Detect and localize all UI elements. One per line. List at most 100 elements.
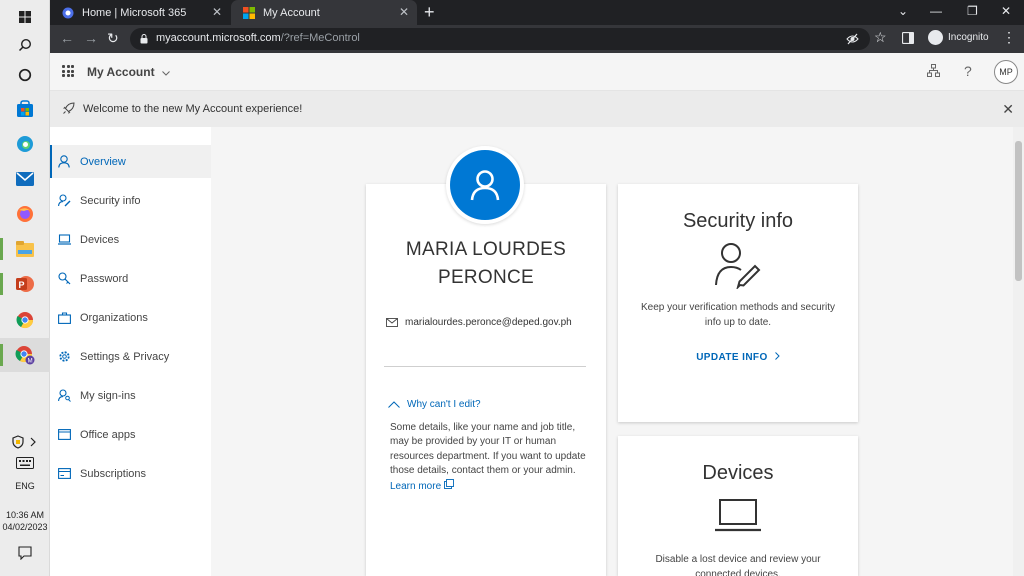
key-icon bbox=[57, 272, 71, 286]
chevron-up-icon bbox=[388, 401, 400, 408]
browser-menu-icon[interactable]: ⋮ bbox=[1002, 29, 1016, 46]
clock-time[interactable]: 10:36 AM bbox=[0, 510, 50, 520]
file-explorer-icon[interactable] bbox=[0, 232, 50, 266]
profile-name: MARIA LOURDES PERONCE bbox=[366, 236, 606, 292]
card-title: Security info bbox=[682, 210, 794, 232]
microsoft-logo-icon bbox=[243, 6, 255, 19]
learn-more-text: Learn more bbox=[390, 480, 442, 492]
sidebar-item-label: Devices bbox=[80, 233, 120, 246]
minimize-icon[interactable]: — bbox=[930, 4, 942, 18]
firefox-icon[interactable] bbox=[0, 197, 50, 231]
svg-text:P: P bbox=[19, 280, 25, 290]
browser-tab-bar: Home | Microsoft 365 ✕ My Account ✕ + ⌄ … bbox=[50, 0, 1024, 25]
person-icon bbox=[450, 150, 520, 220]
forward-icon[interactable]: → bbox=[84, 30, 98, 46]
page-scrollbar[interactable] bbox=[1013, 127, 1024, 576]
user-avatar[interactable]: MP bbox=[994, 60, 1018, 84]
new-tab-icon[interactable]: + bbox=[424, 2, 435, 23]
why-cant-i-edit-toggle[interactable]: Why can't I edit? bbox=[388, 399, 481, 410]
app-launcher-icon[interactable] bbox=[62, 65, 74, 77]
tab-my-account[interactable]: My Account ✕ bbox=[231, 0, 417, 25]
scrollbar-thumb[interactable] bbox=[1015, 141, 1022, 281]
profile-avatar[interactable] bbox=[446, 146, 524, 224]
app-title[interactable]: My Account bbox=[87, 65, 170, 79]
sidebar-item-label: Office apps bbox=[80, 428, 136, 441]
side-navigation: Overview Security info Devices Password … bbox=[50, 127, 211, 576]
powerpoint-icon[interactable]: P bbox=[0, 267, 50, 301]
back-icon[interactable]: ← bbox=[60, 30, 74, 46]
sidebar-item-label: My sign-ins bbox=[80, 389, 136, 402]
clock-date[interactable]: 04/02/2023 bbox=[0, 522, 50, 532]
incognito-indicator[interactable]: Incognito bbox=[928, 30, 989, 45]
svg-text:M: M bbox=[28, 358, 33, 364]
app-title-text: My Account bbox=[87, 65, 155, 79]
notification-icon[interactable] bbox=[0, 536, 50, 570]
email-text: marialourdes.peronce@deped.gov.ph bbox=[405, 317, 572, 328]
mail-icon[interactable] bbox=[0, 162, 50, 196]
chrome-icon[interactable] bbox=[0, 303, 50, 337]
sidebar-item-security-info[interactable]: Security info bbox=[50, 184, 211, 217]
cortana-icon[interactable] bbox=[0, 58, 50, 92]
tab-title: Home | Microsoft 365 bbox=[82, 6, 187, 19]
organization-chart-icon[interactable] bbox=[927, 64, 940, 80]
laptop-icon bbox=[57, 233, 71, 247]
tab-microsoft-365[interactable]: Home | Microsoft 365 ✕ bbox=[50, 0, 230, 25]
why-label: Why can't I edit? bbox=[407, 399, 481, 410]
sidebar-item-label: Overview bbox=[80, 155, 126, 168]
keyboard-icon[interactable] bbox=[0, 446, 50, 480]
side-panel-icon[interactable] bbox=[901, 31, 915, 47]
incognito-icon bbox=[928, 30, 943, 45]
microsoft-365-favicon-icon bbox=[62, 7, 74, 18]
sidebar-item-my-sign-ins[interactable]: My sign-ins bbox=[50, 379, 211, 412]
eye-off-icon[interactable] bbox=[846, 33, 859, 45]
person-edit-icon bbox=[57, 194, 71, 208]
profile-name-line1: MARIA LOURDES bbox=[405, 239, 567, 260]
sidebar-item-subscriptions[interactable]: Subscriptions bbox=[50, 457, 211, 490]
person-icon bbox=[57, 155, 71, 169]
tab-search-chevron-icon[interactable]: ⌄ bbox=[898, 4, 908, 18]
url-host: myaccount.microsoft.com bbox=[156, 32, 281, 44]
person-edit-icon bbox=[715, 243, 761, 289]
help-icon[interactable]: ? bbox=[964, 63, 972, 79]
person-key-icon bbox=[57, 389, 71, 403]
sidebar-item-label: Password bbox=[80, 272, 129, 285]
close-tab-icon[interactable]: ✕ bbox=[212, 5, 222, 19]
lock-icon[interactable] bbox=[140, 34, 148, 44]
restore-icon[interactable]: ❐ bbox=[967, 4, 978, 18]
chevron-down-icon bbox=[162, 71, 170, 76]
close-tab-icon[interactable]: ✕ bbox=[399, 5, 409, 19]
reload-icon[interactable]: ↻ bbox=[107, 30, 119, 47]
close-banner-icon[interactable]: ✕ bbox=[1002, 101, 1014, 118]
laptop-icon bbox=[715, 499, 761, 532]
sidebar-item-settings-privacy[interactable]: Settings & Privacy bbox=[50, 340, 211, 373]
sidebar-item-password[interactable]: Password bbox=[50, 262, 211, 295]
email-row: marialourdes.peronce@deped.gov.ph bbox=[386, 317, 572, 328]
sidebar-item-label: Organizations bbox=[80, 311, 148, 324]
why-explanation: Some details, like your name and job tit… bbox=[390, 421, 590, 494]
learn-more-link[interactable]: Learn more bbox=[390, 478, 454, 492]
sidebar-item-office-apps[interactable]: Office apps bbox=[50, 418, 211, 451]
sidebar-item-devices[interactable]: Devices bbox=[50, 223, 211, 256]
update-info-text: UPDATE INFO bbox=[696, 352, 768, 363]
sidebar-item-overview[interactable]: Overview bbox=[50, 145, 211, 178]
url-text: myaccount.microsoft.com/?ref=MeControl bbox=[156, 32, 360, 44]
security-info-card: Security info Keep your verification met… bbox=[618, 184, 858, 422]
sidebar-item-organizations[interactable]: Organizations bbox=[50, 301, 211, 334]
update-info-link[interactable]: UPDATE INFO bbox=[618, 352, 858, 363]
chrome-profile-icon[interactable]: M bbox=[0, 338, 50, 372]
profile-name-line2: PERONCE bbox=[437, 267, 535, 288]
gear-icon bbox=[57, 350, 71, 364]
bookmark-star-icon[interactable]: ☆ bbox=[874, 29, 887, 46]
sidebar-item-label: Subscriptions bbox=[80, 467, 147, 480]
search-icon[interactable] bbox=[0, 28, 50, 62]
office-icon bbox=[57, 428, 71, 442]
close-window-icon[interactable]: ✕ bbox=[1001, 4, 1011, 18]
microsoft-store-icon[interactable] bbox=[0, 92, 50, 126]
edge-icon[interactable] bbox=[0, 127, 50, 161]
address-bar[interactable]: myaccount.microsoft.com/?ref=MeControl bbox=[130, 28, 870, 50]
card-title: Devices bbox=[702, 462, 774, 484]
card-description: Keep your verification methods and secur… bbox=[641, 302, 835, 328]
language-indicator[interactable]: ENG bbox=[0, 481, 50, 491]
card-icon bbox=[57, 467, 71, 481]
my-account-header: My Account ? MP bbox=[50, 53, 1024, 91]
